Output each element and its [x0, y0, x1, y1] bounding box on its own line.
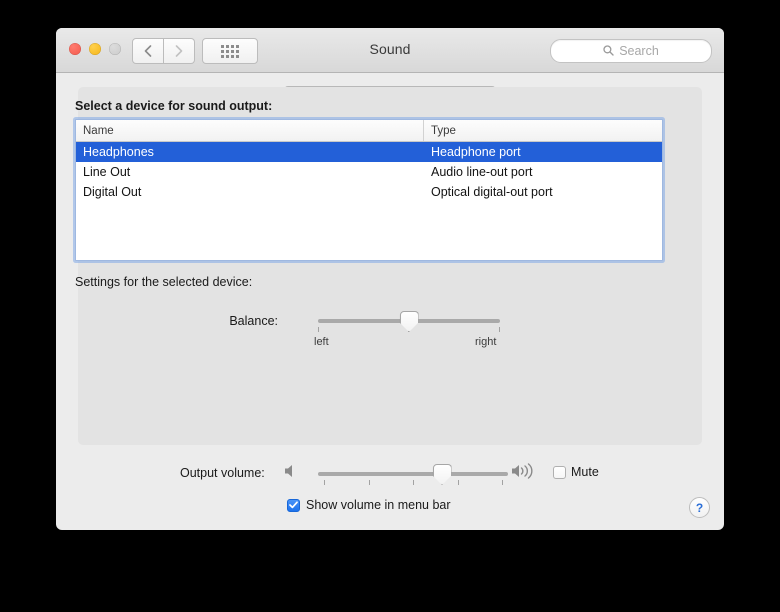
show-volume-checkbox-box[interactable]: [287, 498, 300, 512]
output-volume-slider-ticks: [318, 480, 508, 485]
table-row[interactable]: Digital Out Optical digital-out port: [76, 182, 662, 202]
search-icon: [603, 43, 614, 61]
device-name: Digital Out: [83, 185, 142, 199]
balance-row: Balance: left right: [56, 309, 724, 349]
device-name: Headphones: [83, 145, 154, 159]
table-row[interactable]: Line Out Audio line-out port: [76, 162, 662, 182]
output-volume-label: Output volume:: [180, 466, 265, 480]
search-placeholder: Search: [619, 44, 659, 58]
search-input[interactable]: Search: [550, 39, 712, 63]
help-button[interactable]: ?: [689, 497, 710, 518]
output-volume-slider[interactable]: [318, 462, 508, 492]
show-volume-label: Show volume in menu bar: [306, 498, 451, 512]
output-device-table[interactable]: Name Type Headphones Headphone port Line…: [75, 119, 663, 261]
show-volume-checkbox[interactable]: Show volume in menu bar: [287, 498, 451, 512]
device-type: Audio line-out port: [431, 165, 533, 179]
column-header-name[interactable]: Name: [76, 120, 424, 141]
table-row[interactable]: Headphones Headphone port: [76, 142, 662, 162]
table-header: Name Type: [76, 120, 662, 142]
balance-label: Balance:: [229, 314, 278, 328]
device-name: Line Out: [83, 165, 131, 179]
settings-for-device-label: Settings for the selected device:: [75, 275, 253, 289]
speaker-waves-icon: [511, 462, 539, 485]
device-type: Headphone port: [431, 145, 521, 159]
speaker-mute-icon: [284, 463, 299, 484]
output-volume-row: Output volume: Mute: [56, 460, 724, 494]
sound-preferences-window: Sound Search Sound Effects Output Input …: [56, 28, 724, 530]
device-type: Optical digital-out port: [431, 185, 553, 199]
mute-label: Mute: [571, 465, 599, 479]
select-device-label: Select a device for sound output:: [75, 99, 273, 113]
window-titlebar[interactable]: Sound Search: [56, 28, 724, 73]
balance-slider[interactable]: left right: [314, 309, 500, 348]
mute-checkbox[interactable]: Mute: [553, 465, 599, 479]
column-header-type[interactable]: Type: [424, 120, 662, 141]
output-volume-slider-track[interactable]: [318, 472, 508, 476]
balance-max-label: right: [475, 336, 497, 348]
mute-checkbox-box[interactable]: [553, 465, 566, 479]
balance-min-label: left: [314, 336, 329, 348]
